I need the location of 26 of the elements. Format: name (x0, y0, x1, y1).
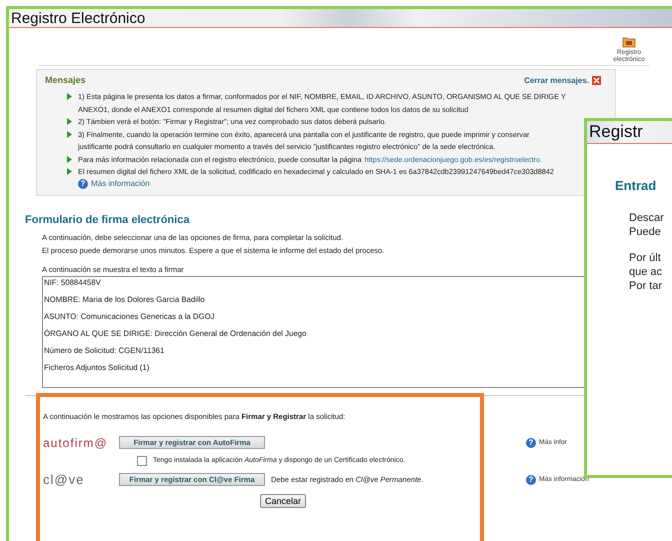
cancel-button[interactable]: Cancelar (260, 494, 306, 508)
paragraph-text: Por tar (629, 279, 664, 293)
bullet-icon (67, 130, 72, 138)
bullet-icon (67, 93, 72, 100)
paragraph-text: Descar (629, 211, 665, 225)
section-heading: Entrad (615, 178, 658, 193)
window-title: Registr (589, 122, 643, 142)
paragraph-text: Puede (629, 225, 662, 239)
help-icon[interactable]: ? (526, 474, 536, 484)
close-messages-link[interactable]: Cerrar mensajes. (524, 76, 589, 84)
bullet-icon (67, 168, 72, 175)
more-info-link[interactable]: Más información (91, 179, 150, 188)
clave-logo: cl@ve (43, 472, 86, 487)
window-title: Registro Electrónico (11, 10, 146, 26)
checkbox[interactable] (137, 456, 147, 466)
help-icon[interactable]: ? (78, 178, 88, 188)
messages-title: Mensajes (45, 75, 86, 85)
close-icon[interactable] (592, 76, 601, 84)
bullet-icon (67, 156, 72, 162)
paragraph-text: que ac (629, 265, 664, 279)
section-heading: Formulario de firma electrónica (25, 214, 190, 226)
paragraph-text: Por últ (629, 251, 662, 265)
folder-icon[interactable] (622, 36, 636, 48)
bullet-icon (67, 118, 72, 125)
help-icon[interactable]: ? (526, 438, 536, 448)
autofirma-logo: autofirm@ (43, 436, 109, 450)
